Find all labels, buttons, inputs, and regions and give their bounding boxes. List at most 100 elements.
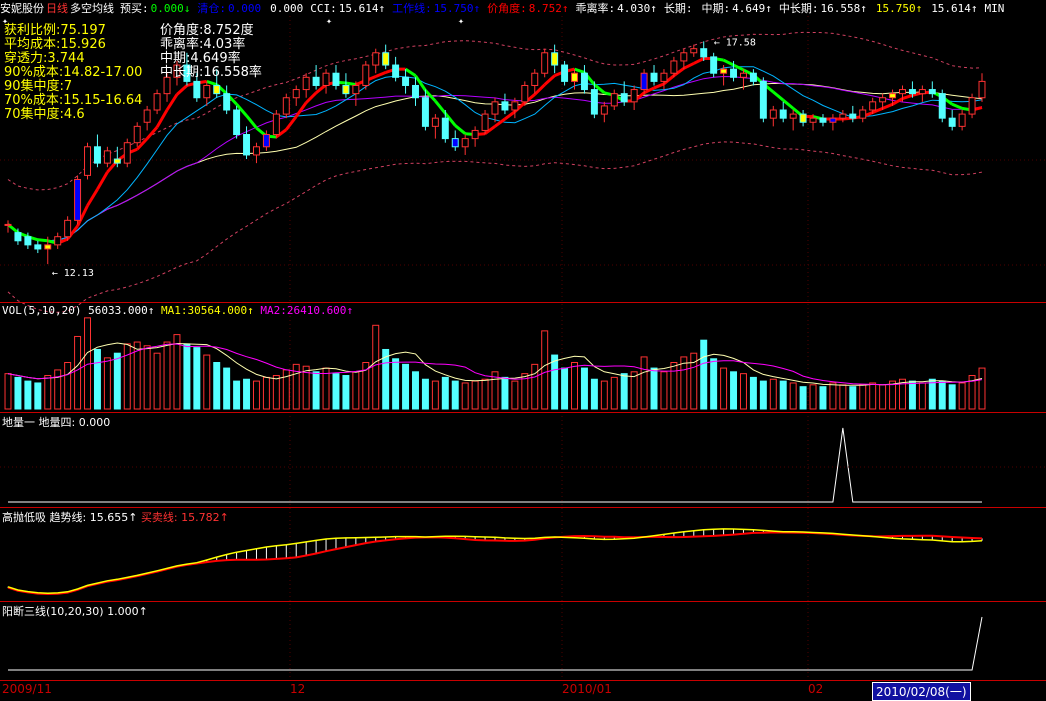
volume-bar	[889, 380, 897, 410]
volume-bar	[183, 343, 191, 410]
volume-bar	[4, 373, 12, 410]
info-line: 70%成本:15.15-16.64	[4, 93, 143, 108]
ground-volume-panel-label[interactable]: 地量一 地量四: 0.000	[2, 414, 110, 430]
volume-bar	[243, 378, 251, 410]
candle-body	[233, 109, 241, 136]
candle-body	[690, 48, 698, 54]
volume-bar	[44, 375, 52, 410]
volume-bar	[660, 371, 668, 410]
candle-body	[779, 109, 787, 119]
volume-bar	[730, 371, 738, 410]
volume-bar	[74, 335, 82, 410]
candle-body	[461, 138, 469, 148]
volume-bar	[590, 378, 598, 410]
volume-bar	[630, 371, 638, 410]
candle-body	[34, 244, 42, 250]
info-line: 90%成本:14.82-17.00	[4, 65, 143, 80]
panel-divider[interactable]	[0, 601, 1046, 602]
volume-bar	[710, 358, 718, 410]
candle-body	[590, 89, 598, 115]
volume-bar	[24, 380, 32, 410]
trend-segment	[175, 84, 188, 96]
volume-bar	[819, 386, 827, 410]
candle-body	[799, 113, 807, 123]
volume-bar	[332, 373, 340, 410]
trend-segment	[882, 102, 894, 110]
volume-bar	[670, 362, 678, 410]
candle-body	[292, 89, 300, 99]
three-line-panel-label[interactable]: 阳断三线(10,20,30) 1.000↑	[2, 603, 148, 619]
volume-bar	[531, 363, 539, 410]
volume-bar	[64, 362, 72, 410]
candle-body	[551, 52, 559, 66]
candle-body	[4, 223, 12, 226]
candle-body	[620, 93, 628, 103]
candle-body	[580, 72, 588, 91]
trend-segment	[295, 101, 308, 118]
volume-bar	[541, 330, 549, 410]
candle-body	[84, 146, 91, 176]
candle-body	[918, 89, 926, 95]
stock-chart[interactable]: ← 17.58← 12.13✦ ✦ ✦	[0, 0, 1046, 695]
candle-body	[600, 105, 608, 115]
panel-divider[interactable]	[0, 412, 1046, 413]
marker-icon: ✦	[458, 16, 464, 27]
volume-bar	[561, 367, 569, 410]
candle-body	[660, 72, 668, 82]
volume-bar	[799, 386, 807, 410]
info-line: 中长期:16.558率	[160, 65, 262, 80]
trend-segment	[533, 83, 546, 96]
high-price-label: ← 17.58	[714, 37, 756, 48]
volume-bar	[580, 367, 588, 410]
volume-bar	[938, 380, 946, 410]
candle-body	[650, 72, 658, 82]
volume-bar	[412, 371, 419, 410]
lower-band-line	[7, 141, 983, 313]
volume-bar	[103, 357, 111, 410]
candle-body	[223, 93, 231, 111]
candle-body	[511, 101, 519, 111]
volume-bar	[809, 384, 817, 410]
panel-divider[interactable]	[0, 507, 1046, 508]
candle-body	[123, 142, 131, 164]
volume-bar	[461, 382, 469, 410]
candle-body	[541, 52, 549, 74]
candle-body	[809, 117, 817, 123]
trend-segment	[454, 124, 467, 135]
candle-body	[153, 93, 161, 111]
candle-body	[431, 117, 439, 127]
candle-body	[978, 80, 986, 99]
candle-body	[670, 60, 678, 74]
candle-body	[749, 72, 757, 82]
trend-segment	[722, 58, 735, 67]
trend-segment	[504, 110, 516, 121]
candle-body	[213, 84, 221, 95]
volume-panel-label[interactable]: VOL(5,10,20) 56033.000↑ MA1:30564.000↑ M…	[2, 304, 353, 317]
candle-body	[14, 232, 22, 242]
candle-body	[720, 68, 728, 74]
volume-bar	[93, 348, 101, 410]
candle-body	[908, 89, 916, 95]
volume-bar	[839, 384, 847, 410]
current-date-cursor[interactable]: 2010/02/08(一)	[872, 682, 971, 701]
candle-body	[571, 72, 578, 82]
volume-bar	[829, 382, 837, 410]
angle-info-panel: 价角度:8.752度 乖离率:4.03率 中期:4.649率 中长期:16.55…	[160, 24, 262, 80]
panel-divider[interactable]	[0, 302, 1046, 303]
trend-segment	[245, 114, 258, 129]
trend-segment	[434, 100, 447, 115]
candle-body	[362, 64, 370, 86]
buy-sell-line	[7, 531, 983, 596]
candle-body	[302, 76, 310, 91]
volume-bar	[749, 376, 757, 410]
volume-bar	[143, 345, 151, 410]
trend-segment	[782, 99, 795, 110]
volume-bar	[511, 380, 519, 410]
volume-bar	[551, 354, 559, 410]
volume-bar	[372, 324, 380, 410]
candle-body	[103, 150, 111, 164]
high-low-panel-label[interactable]: 高抛低吸 趋势线: 15.655↑ 买卖线: 15.782↑	[2, 509, 229, 525]
trend-segment	[574, 67, 585, 74]
candle-body	[829, 117, 837, 123]
volume-bar	[908, 380, 916, 410]
